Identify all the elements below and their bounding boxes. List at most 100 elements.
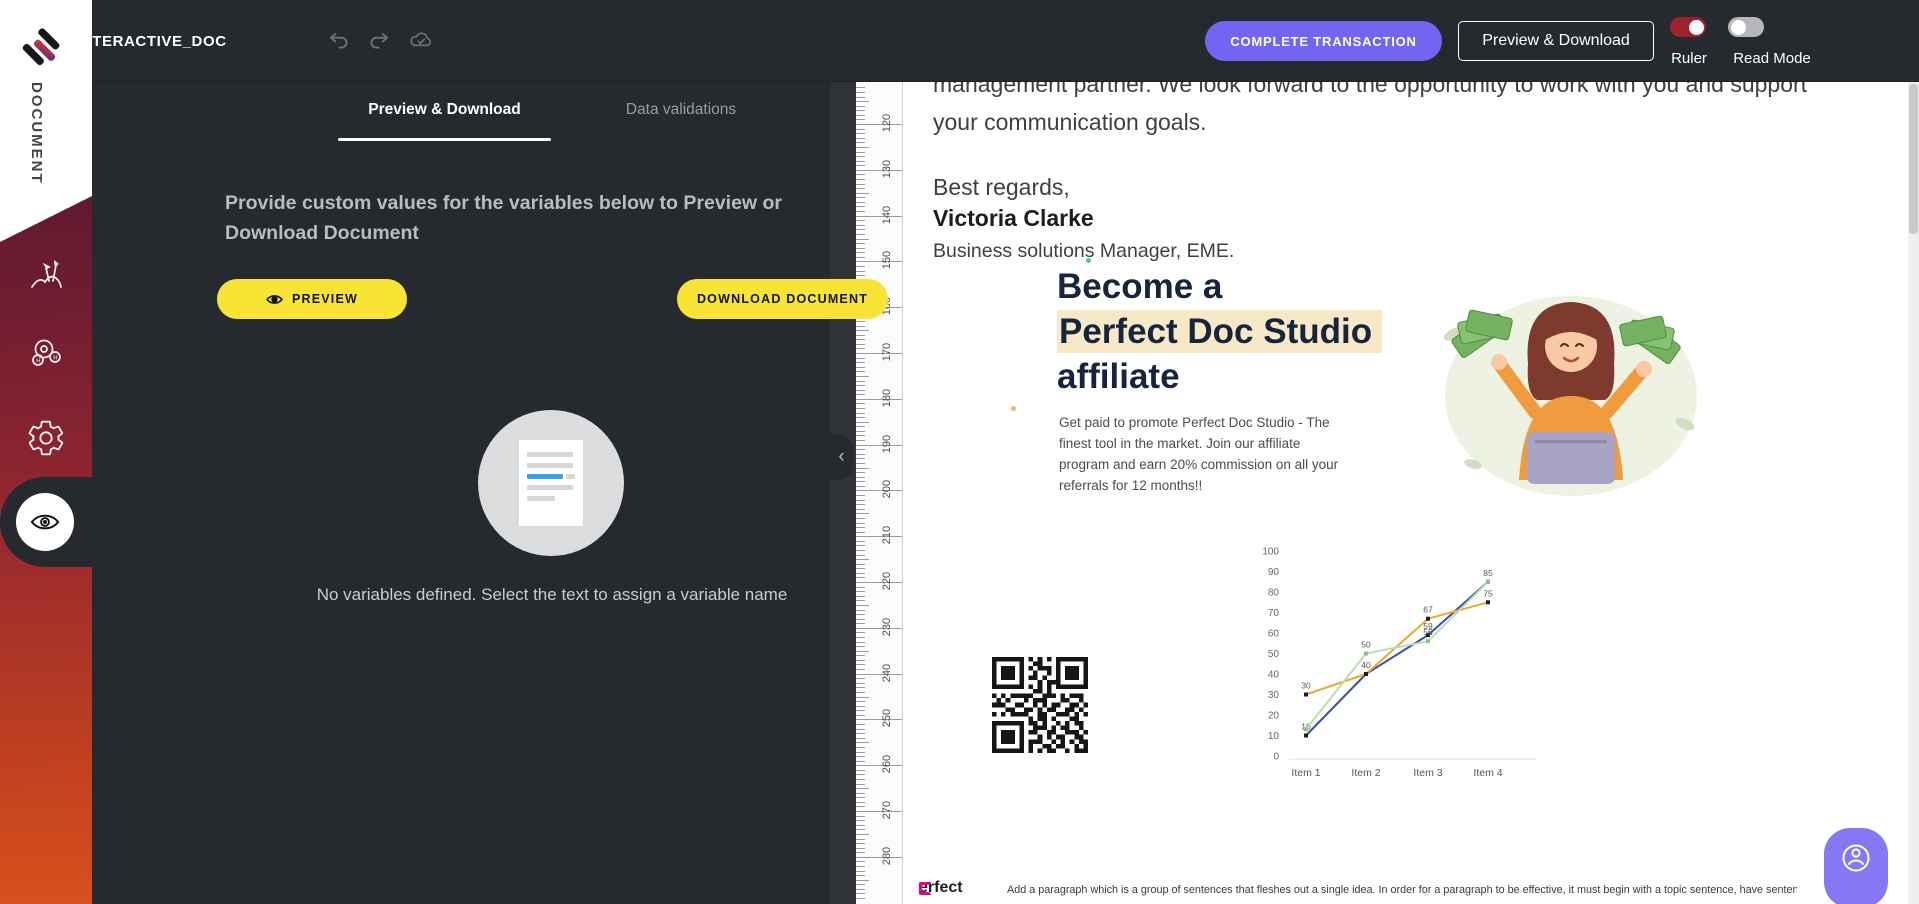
svg-text:30: 30 — [1301, 681, 1311, 691]
read-mode-toggle[interactable] — [1728, 17, 1764, 37]
svg-text:10: 10 — [1268, 731, 1280, 742]
ruler-minor-tick — [856, 687, 865, 688]
ruler-minor-tick — [856, 893, 865, 894]
tab-data-validations[interactable]: Data validations — [611, 101, 751, 119]
ruler-minor-tick — [856, 486, 865, 487]
ruler-minor-tick — [856, 664, 865, 665]
signature-name: Victoria Clarke — [933, 205, 1094, 232]
ruler-minor-tick — [856, 87, 865, 88]
active-tab-underline — [338, 138, 551, 141]
app-logo-icon[interactable] — [19, 25, 67, 73]
eye-icon — [266, 294, 283, 305]
ruler-minor-tick — [856, 820, 865, 821]
ruler-mid-tick — [856, 834, 869, 835]
ruler-minor-tick — [856, 381, 865, 382]
vertical-ruler: 1201301401501601701801902002102202302402… — [856, 82, 903, 904]
complete-transaction-button[interactable]: COMPLETE TRANSACTION — [1205, 21, 1442, 61]
ruler-minor-tick — [856, 449, 865, 450]
preview-button[interactable]: PREVIEW — [217, 279, 407, 319]
download-button-label: DOWNLOAD DOCUMENT — [697, 292, 868, 306]
svg-text:H: H — [36, 358, 40, 364]
preview-eye-button[interactable] — [16, 493, 74, 551]
ruler-mid-tick — [856, 147, 869, 148]
molecule-icon[interactable]: H H — [26, 334, 66, 374]
ruler-minor-tick — [856, 408, 865, 409]
ruler-minor-tick — [856, 545, 865, 546]
ruler-minor-tick — [856, 229, 865, 230]
ruler-minor-tick — [856, 839, 865, 840]
ruler-minor-tick — [856, 504, 865, 505]
support-fab[interactable] — [1824, 828, 1888, 904]
chevron-left-icon: ‹ — [838, 446, 844, 468]
ruler-number: 250 — [881, 701, 893, 735]
ruler-mid-tick — [856, 468, 869, 469]
ruler-number: 150 — [881, 243, 893, 277]
ruler-minor-tick — [856, 500, 865, 501]
ruler-minor-tick — [856, 358, 865, 359]
ruler-major-tick — [856, 628, 903, 629]
panel-collapse-handle[interactable]: ‹ — [830, 434, 853, 480]
no-variables-illustration — [478, 410, 624, 556]
ruler-minor-tick — [856, 715, 865, 716]
ruler-minor-tick — [856, 523, 865, 524]
ruler-major-tick — [856, 399, 903, 400]
ruler-minor-tick — [856, 394, 865, 395]
svg-text:Item 4: Item 4 — [1473, 767, 1502, 779]
empty-state-message: No variables defined. Select the text to… — [222, 585, 882, 605]
toggle-knob — [1731, 20, 1746, 35]
ruler-mid-tick — [856, 742, 869, 743]
ruler-mid-tick — [856, 513, 869, 514]
ruler-minor-tick — [856, 623, 865, 624]
ruler-minor-tick — [856, 564, 865, 565]
download-document-button[interactable]: DOWNLOAD DOCUMENT — [677, 279, 888, 319]
perfect-logo-mark-icon — [919, 882, 932, 895]
ruler-minor-tick — [856, 188, 865, 189]
ruler-mid-tick — [856, 101, 869, 102]
footer-brand-logo: erfect — [919, 879, 963, 897]
svg-text:67: 67 — [1423, 605, 1433, 615]
document-page[interactable]: management partner. We look forward to t… — [903, 82, 1908, 904]
ruler-minor-tick — [856, 692, 865, 693]
ruler-minor-tick — [856, 234, 865, 235]
ruler-minor-tick — [856, 202, 865, 203]
ruler-minor-tick — [856, 248, 865, 249]
undo-icon[interactable] — [326, 28, 352, 54]
ruler-toggle-label: Ruler — [1666, 50, 1712, 67]
ruler-mid-tick — [856, 330, 869, 331]
ruler-minor-tick — [856, 678, 865, 679]
ruler-minor-tick — [856, 532, 865, 533]
settings-gear-icon[interactable] — [26, 418, 66, 458]
ruler-minor-tick — [856, 413, 865, 414]
decor-dot — [1086, 258, 1091, 263]
design-tools-icon[interactable] — [26, 256, 66, 296]
ruler-minor-tick — [856, 756, 865, 757]
ruler-minor-tick — [856, 889, 865, 890]
ruler-minor-tick — [856, 371, 865, 372]
redo-icon[interactable] — [366, 28, 392, 54]
ruler-minor-tick — [856, 454, 865, 455]
ruler-major-tick — [856, 490, 903, 491]
preview-and-download-button[interactable]: Preview & Download — [1458, 21, 1654, 61]
ruler-minor-tick — [856, 321, 865, 322]
ruler-minor-tick — [856, 701, 865, 702]
ruler-minor-tick — [856, 362, 865, 363]
ruler-number: 190 — [881, 427, 893, 461]
ruler-minor-tick — [856, 806, 865, 807]
decor-dot — [1011, 406, 1016, 411]
ruler-minor-tick — [856, 220, 865, 221]
tab-preview-download[interactable]: Preview & Download — [338, 101, 551, 119]
ruler-mid-tick — [856, 880, 869, 881]
ruler-toggle[interactable] — [1670, 17, 1706, 37]
scrollbar-thumb[interactable] — [1909, 84, 1918, 234]
ruler-minor-tick — [856, 747, 865, 748]
ruler-minor-tick — [856, 655, 865, 656]
ruler-number: 140 — [881, 198, 893, 232]
ruler-number: 260 — [881, 747, 893, 781]
ruler-minor-tick — [856, 752, 865, 753]
ruler-minor-tick — [856, 344, 865, 345]
paragraph-line: management partner. We look forward to t… — [933, 82, 1807, 98]
svg-text:85: 85 — [1483, 568, 1493, 578]
ruler-minor-tick — [856, 770, 865, 771]
sidebar-brand-label: DOCUMENT — [28, 82, 45, 192]
svg-text:70: 70 — [1268, 608, 1280, 619]
